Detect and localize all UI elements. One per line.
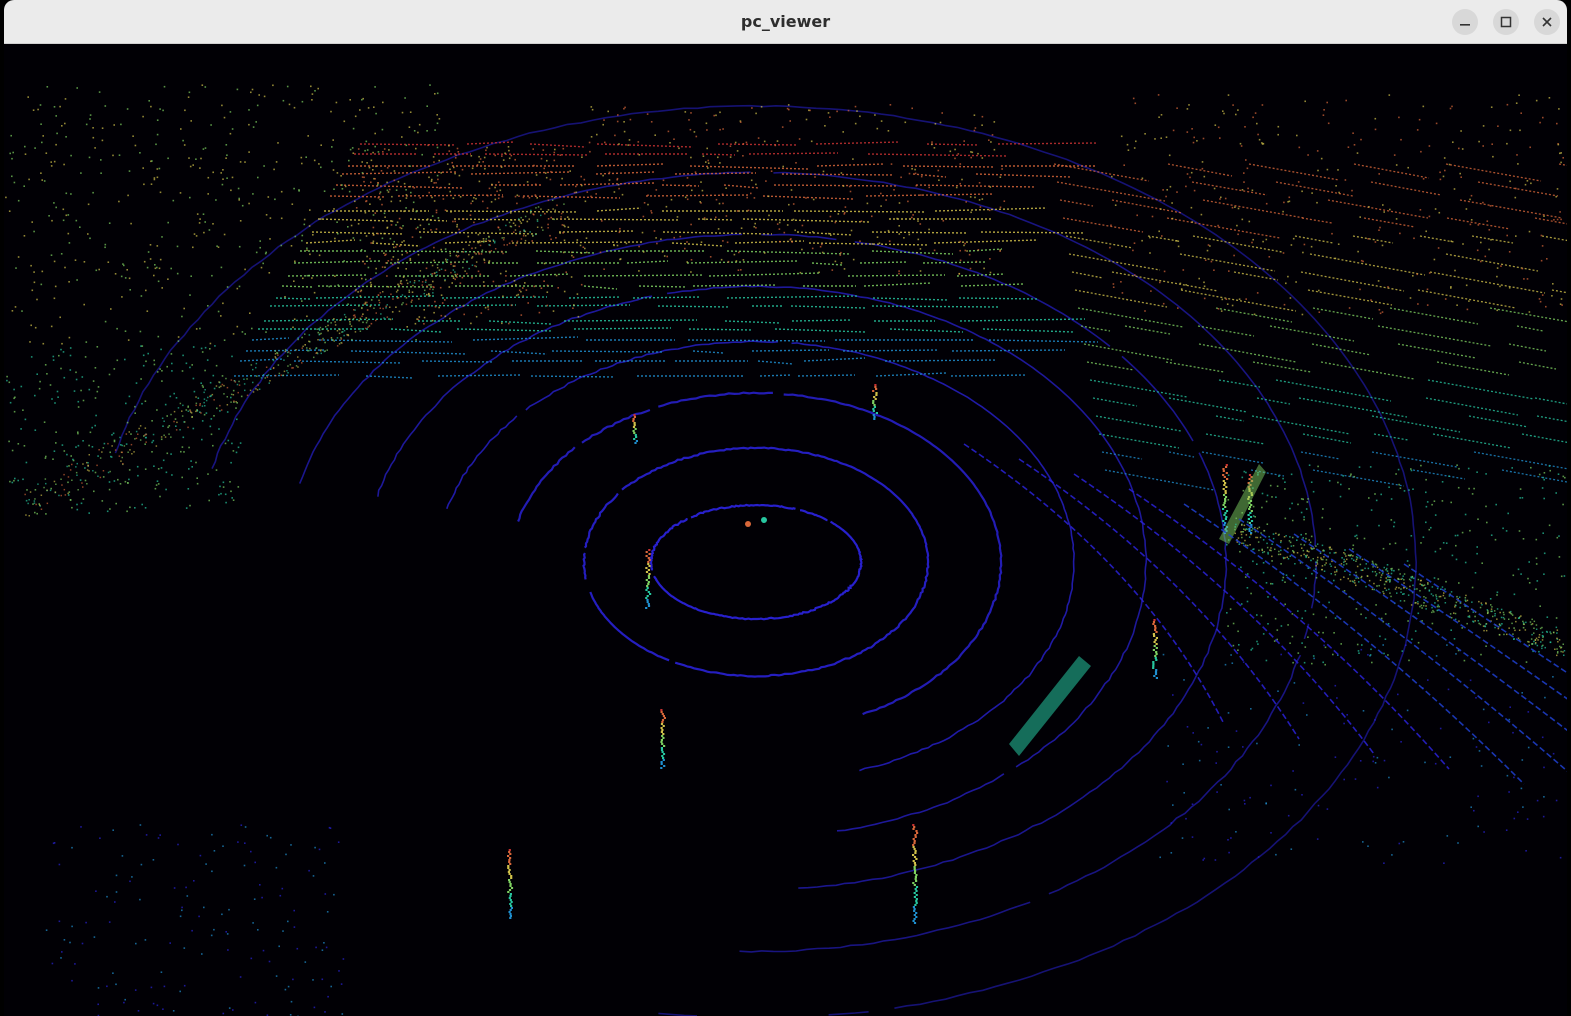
app-window: pc_viewer [0,0,1571,1016]
point-cloud-canvas[interactable] [4,44,1567,1016]
maximize-icon [1500,16,1512,28]
close-button[interactable] [1534,9,1560,35]
minimize-icon [1459,16,1471,28]
window-title: pc_viewer [740,12,831,31]
close-icon [1541,16,1553,28]
title-bar[interactable]: pc_viewer [4,0,1567,44]
scatter-points [5,84,1566,1016]
far-scan-lines [233,141,1567,491]
road-edge-lines [963,443,1567,785]
point-cloud-viewport[interactable] [4,44,1567,1016]
minimize-button[interactable] [1452,9,1478,35]
maximize-button[interactable] [1493,9,1519,35]
